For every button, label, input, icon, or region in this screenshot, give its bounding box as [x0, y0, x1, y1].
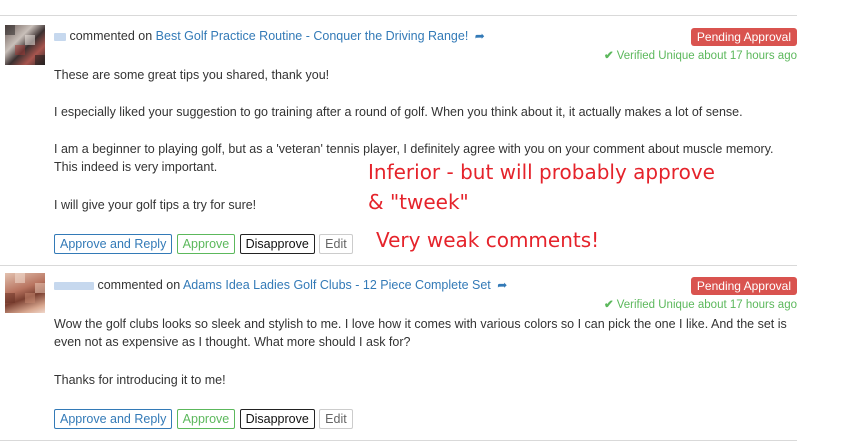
comment-paragraph: These are some great tips you shared, th…: [54, 68, 330, 82]
status-badge: Pending Approval: [690, 28, 797, 46]
status-badge: Pending Approval: [690, 277, 797, 295]
comment-paragraph: I especially liked your suggestion to go…: [54, 105, 743, 119]
comment-paragraph: I will give your golf tips a try for sur…: [54, 198, 257, 212]
annotation-text: Very weak comments!: [376, 228, 600, 252]
verified-status: ✔ Verified Unique about 17 hours ago: [604, 48, 797, 62]
top-divider: [0, 15, 797, 16]
comment-paragraph: Wow the golf clubs looks so sleek and st…: [54, 317, 787, 349]
check-icon: ✔: [604, 50, 614, 62]
approve-button[interactable]: Approve: [176, 234, 236, 254]
avatar: [5, 25, 45, 65]
edit-button[interactable]: Edit: [319, 409, 353, 429]
author-name-redacted: [54, 281, 94, 290]
avatar: [5, 273, 45, 313]
comment-verb: commented on: [97, 278, 181, 292]
verified-text: Verified Unique about 17 hours ago: [616, 50, 797, 62]
comment-paragraph: Thanks for introducing it to me!: [54, 373, 226, 387]
comment-actions: Approve and Reply Approve Disapprove Edi…: [54, 409, 354, 429]
share-arrow-icon[interactable]: ➦: [497, 278, 507, 292]
approve-and-reply-button[interactable]: Approve and Reply: [54, 234, 173, 254]
disapprove-button[interactable]: Disapprove: [239, 234, 315, 254]
post-link[interactable]: Best Golf Practice Routine - Conquer the…: [156, 29, 469, 43]
comment-header: commented on Best Golf Practice Routine …: [54, 29, 485, 43]
approve-button[interactable]: Approve: [176, 409, 236, 429]
comment-verb: commented on: [69, 29, 153, 43]
bottom-divider: [0, 440, 797, 441]
comment-divider: [0, 265, 797, 266]
disapprove-button[interactable]: Disapprove: [239, 409, 315, 429]
check-icon: ✔: [604, 299, 614, 311]
approve-and-reply-button[interactable]: Approve and Reply: [54, 409, 173, 429]
edit-button[interactable]: Edit: [319, 234, 353, 254]
verified-text: Verified Unique about 17 hours ago: [616, 299, 797, 311]
verified-status: ✔ Verified Unique about 17 hours ago: [604, 297, 797, 311]
comment-actions: Approve and Reply Approve Disapprove Edi…: [54, 234, 354, 254]
author-name-redacted: [54, 32, 66, 41]
share-arrow-icon[interactable]: ➦: [475, 29, 485, 43]
post-link[interactable]: Adams Idea Ladies Golf Clubs - 12 Piece …: [183, 278, 491, 292]
annotation-text: & "tweek": [368, 190, 469, 214]
comment-header: commented on Adams Idea Ladies Golf Club…: [54, 278, 507, 292]
annotation-text: Inferior - but will probably approve: [368, 160, 715, 184]
